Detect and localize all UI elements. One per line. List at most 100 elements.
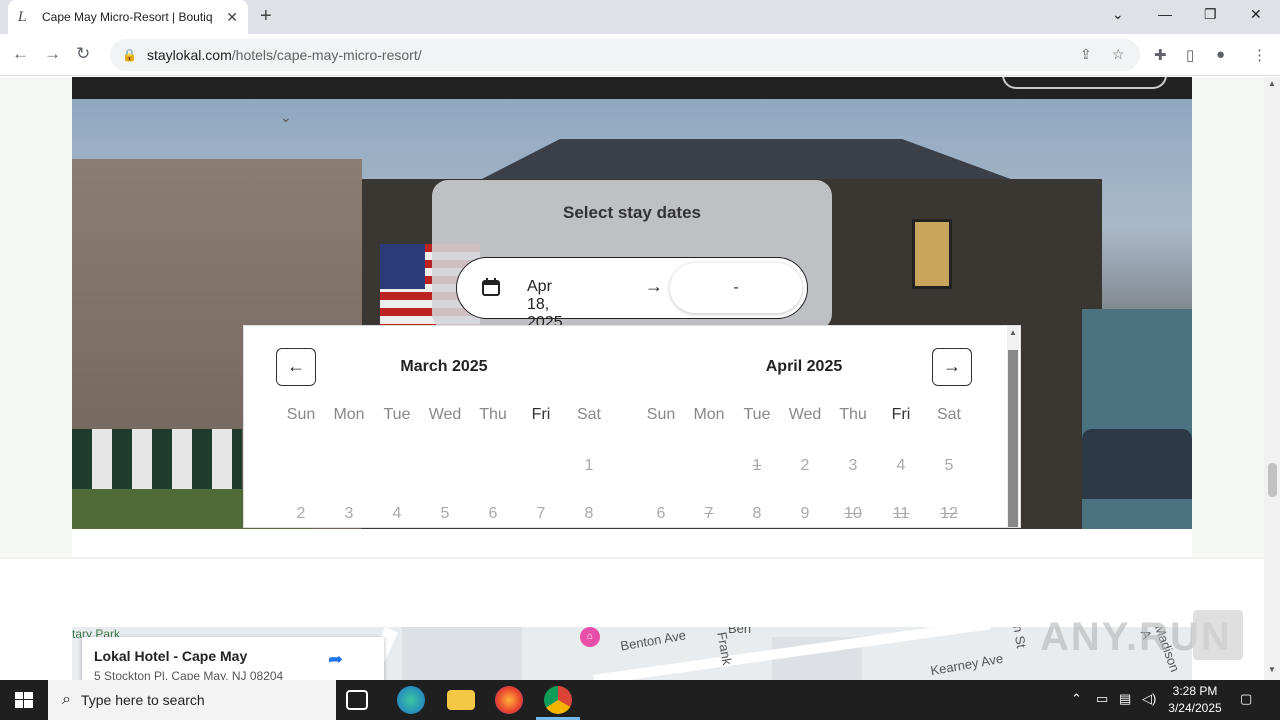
- location-map[interactable]: tary Park Benton Ave Kearney Ave Frank M…: [72, 627, 1192, 680]
- windows-taskbar: ⌕ Type here to search ⌃ ▭ ▤ ◁) 3:28 PM 3…: [0, 680, 1280, 720]
- minimize-icon[interactable]: —: [1158, 6, 1172, 22]
- calendar-day[interactable]: 7: [517, 505, 565, 523]
- lock-icon[interactable]: 🔒: [122, 48, 137, 62]
- new-tab-icon[interactable]: +: [260, 5, 272, 28]
- page-margin-left: [0, 77, 72, 557]
- calendar-day[interactable]: 5: [925, 457, 973, 475]
- header-bar: [72, 77, 1192, 99]
- map-street-label: Kearney Ave: [929, 650, 1005, 679]
- menu-kebab-icon[interactable]: ⋮: [1252, 46, 1267, 64]
- reload-icon[interactable]: ↻: [76, 44, 90, 64]
- extensions-icon[interactable]: ✚: [1154, 46, 1167, 64]
- header-pill-button[interactable]: [1002, 77, 1167, 89]
- section-separator: [0, 557, 1264, 559]
- scroll-up-icon[interactable]: ▲: [1268, 79, 1276, 88]
- hero-awning: [72, 429, 242, 489]
- share-icon[interactable]: ⇪: [1080, 46, 1092, 63]
- side-panel-icon[interactable]: ▯: [1186, 46, 1194, 64]
- calendar-day[interactable]: 7: [685, 505, 733, 523]
- date-range-input[interactable]: Apr 18, 2025 → -: [456, 257, 808, 331]
- chrome-icon[interactable]: [544, 686, 572, 714]
- clock-time: 3:28 PM: [1172, 684, 1218, 698]
- directions-icon[interactable]: ➦: [328, 649, 350, 671]
- calendar-day[interactable]: 2: [781, 457, 829, 475]
- firefox-icon[interactable]: [495, 686, 523, 714]
- browser-toolbar: ← → ↻ 🔒 staylokal.com/hotels/cape-may-mi…: [0, 34, 1280, 76]
- tray-chevron-icon[interactable]: ⌃: [1071, 691, 1082, 707]
- edge-browser-icon[interactable]: [397, 686, 425, 714]
- calendar-day[interactable]: 6: [469, 505, 517, 523]
- calendar-scroll-thumb[interactable]: [1008, 350, 1018, 527]
- bookmark-star-icon[interactable]: ☆: [1112, 46, 1125, 63]
- calendar-day[interactable]: 4: [877, 457, 925, 475]
- page-scrollbar[interactable]: ▲ ▼: [1264, 77, 1280, 680]
- taskbar-search-box[interactable]: ⌕ Type here to search: [48, 680, 336, 720]
- end-date-field[interactable]: -: [670, 263, 802, 313]
- calendar-day[interactable]: 1: [733, 457, 781, 475]
- calendar-day[interactable]: 8: [733, 505, 781, 523]
- calendar-day[interactable]: 2: [277, 505, 325, 523]
- calendar-day[interactable]: 10: [829, 505, 877, 523]
- calendar-day[interactable]: 4: [373, 505, 421, 523]
- map-block: [402, 627, 522, 680]
- profile-avatar-icon[interactable]: ●: [1216, 46, 1225, 63]
- notification-icon[interactable]: ▢: [1240, 691, 1252, 707]
- weekday-header: Fri: [531, 406, 551, 423]
- calendar-day[interactable]: 11: [877, 505, 925, 523]
- map-hotel-name: Lokal Hotel - Cape May: [94, 648, 248, 664]
- calendar-day[interactable]: 3: [325, 505, 373, 523]
- chevron-down-icon[interactable]: ⌄: [280, 109, 292, 126]
- calendar-day[interactable]: 5: [421, 505, 469, 523]
- search-icon: ⌕: [62, 691, 71, 708]
- volume-icon[interactable]: ◁): [1142, 691, 1156, 707]
- task-view-icon[interactable]: [346, 690, 368, 710]
- back-icon[interactable]: ←: [12, 44, 29, 64]
- url-path: /hotels/cape-may-micro-resort/: [231, 47, 422, 63]
- calendar-dropdown: ← → March 2025 April 2025 Sun Mon Tue Wed Th…: [243, 325, 1021, 528]
- calendar-day[interactable]: 6: [637, 505, 685, 523]
- stay-dates-title: Select stay dates: [563, 203, 701, 222]
- close-tab-icon[interactable]: ✕: [226, 9, 238, 26]
- month-title: April 2025: [765, 358, 843, 375]
- taskbar-search-placeholder: Type here to search: [80, 692, 205, 708]
- weekday-header: Wed: [428, 406, 462, 423]
- close-window-icon[interactable]: ✕: [1250, 6, 1262, 23]
- scroll-down-icon[interactable]: ▼: [1268, 665, 1276, 674]
- calendar-day[interactable]: 9: [781, 505, 829, 523]
- weekday-header: Sun: [286, 406, 316, 423]
- map-hotel-address: 5 Stockton Pl, Cape May, NJ 08204: [94, 669, 284, 680]
- map-street-label: Ben: [728, 627, 752, 636]
- taskbar-clock[interactable]: 3:28 PM 3/24/2025: [1160, 683, 1230, 717]
- clock-date: 3/24/2025: [1168, 701, 1222, 715]
- calendar-scrollbar[interactable]: ▲: [1007, 326, 1019, 527]
- weekday-header: Tue: [743, 406, 771, 423]
- scroll-up-icon[interactable]: ▲: [1009, 328, 1017, 337]
- battery-icon[interactable]: ▭: [1096, 691, 1108, 707]
- weekday-header: Mon: [333, 406, 365, 423]
- calendar-day[interactable]: 12: [925, 505, 973, 523]
- address-bar[interactable]: 🔒 staylokal.com/hotels/cape-may-micro-re…: [110, 39, 1140, 71]
- tab-strip: L Cape May Micro-Resort | Boutiq ✕ + ⌄ —…: [0, 0, 1280, 34]
- hero-truck: [1082, 429, 1192, 499]
- page-margin-right: [1192, 77, 1264, 557]
- weekday-header: Fri: [891, 406, 911, 423]
- start-date-value[interactable]: Apr 18, 2025: [527, 278, 575, 331]
- page-scroll-thumb[interactable]: [1268, 463, 1277, 497]
- restore-icon[interactable]: ❐: [1204, 6, 1217, 23]
- calendar-day[interactable]: 8: [565, 505, 613, 523]
- site-favicon-icon: L: [18, 9, 27, 25]
- calendar-day[interactable]: 1: [565, 457, 613, 475]
- weekday-header: Sat: [936, 406, 961, 423]
- tab-search-chevron-icon[interactable]: ⌄: [1112, 6, 1124, 23]
- forward-icon[interactable]: →: [44, 44, 61, 64]
- map-street-label: Benton Ave: [619, 627, 688, 654]
- calendar-day[interactable]: 3: [829, 457, 877, 475]
- windows-start-icon[interactable]: [0, 680, 48, 720]
- weekday-header: Wed: [788, 406, 822, 423]
- scroll-to-top-button[interactable]: [1193, 610, 1243, 660]
- hotel-map-pin-icon[interactable]: ⌂: [580, 627, 600, 647]
- network-icon[interactable]: ▤: [1119, 691, 1131, 707]
- browser-tab[interactable]: L Cape May Micro-Resort | Boutiq ✕: [8, 0, 248, 34]
- file-explorer-icon[interactable]: [447, 690, 475, 710]
- map-info-card: Lokal Hotel - Cape May 5 Stockton Pl, Ca…: [82, 637, 384, 680]
